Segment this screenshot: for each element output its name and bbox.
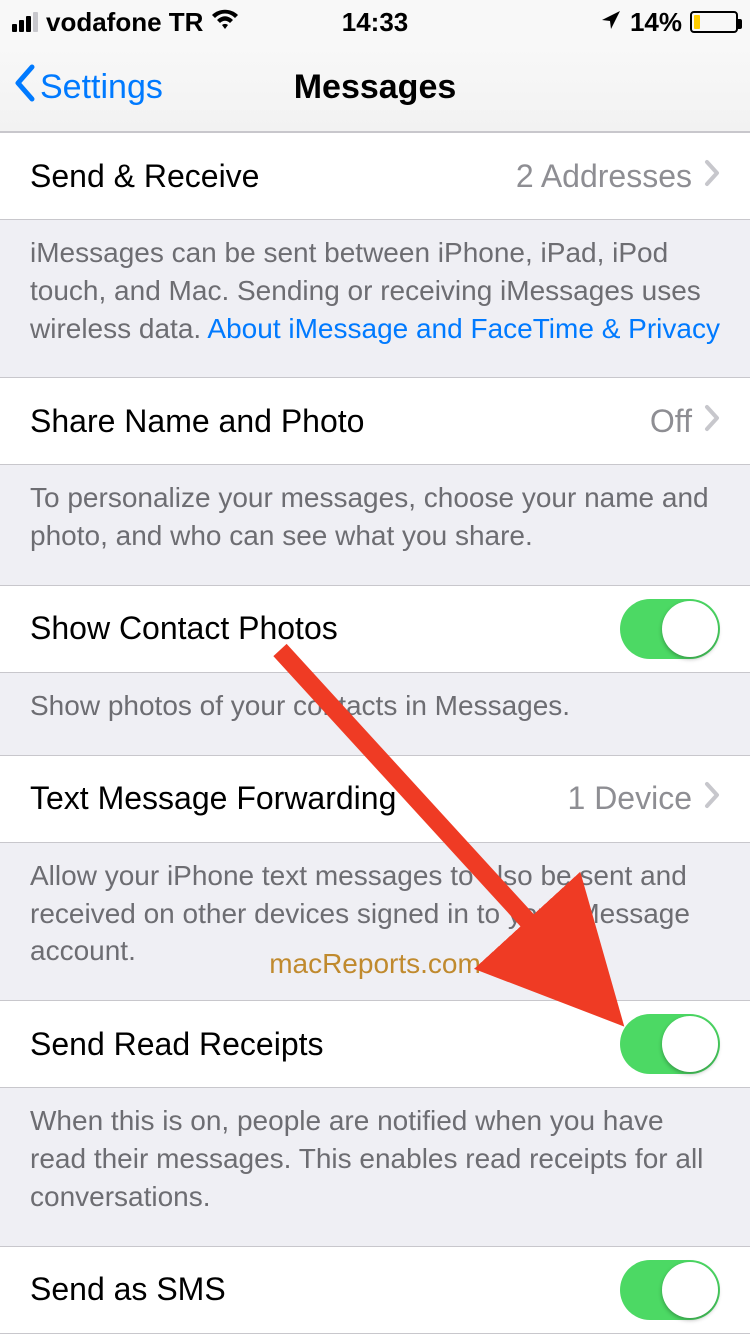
location-icon bbox=[600, 7, 622, 38]
toggle-knob bbox=[662, 1262, 718, 1318]
footer-forwarding: Allow your iPhone text messages to also … bbox=[0, 843, 750, 1000]
row-send-read-receipts: Send Read Receipts bbox=[0, 1000, 750, 1088]
toggle-send-as-sms[interactable] bbox=[620, 1260, 720, 1320]
status-left: vodafone TR bbox=[12, 7, 239, 38]
row-value-group: 2 Addresses bbox=[516, 158, 720, 195]
battery-icon bbox=[690, 11, 738, 33]
page-title: Messages bbox=[294, 68, 457, 107]
row-label: Send Read Receipts bbox=[30, 1026, 324, 1063]
signal-icon bbox=[12, 12, 38, 32]
status-bar: vodafone TR 14:33 14% bbox=[0, 0, 750, 44]
row-label: Text Message Forwarding bbox=[30, 780, 396, 817]
footer-contact-photos: Show photos of your contacts in Messages… bbox=[0, 673, 750, 755]
row-label: Show Contact Photos bbox=[30, 610, 338, 647]
carrier-label: vodafone TR bbox=[46, 7, 203, 38]
row-value: 1 Device bbox=[568, 780, 693, 817]
footer-imessage: iMessages can be sent between iPhone, iP… bbox=[0, 220, 750, 377]
footer-share: To personalize your messages, choose you… bbox=[0, 465, 750, 585]
chevron-right-icon bbox=[704, 158, 720, 195]
row-label: Share Name and Photo bbox=[30, 403, 364, 440]
row-send-as-sms: Send as SMS bbox=[0, 1246, 750, 1334]
toggle-send-read-receipts[interactable] bbox=[620, 1014, 720, 1074]
back-button[interactable]: Settings bbox=[12, 63, 163, 112]
row-label: Send as SMS bbox=[30, 1271, 226, 1308]
navigation-bar: Settings Messages bbox=[0, 44, 750, 132]
footer-read-receipts: When this is on, people are notified whe… bbox=[0, 1088, 750, 1245]
back-label: Settings bbox=[40, 68, 163, 107]
chevron-left-icon bbox=[12, 63, 36, 112]
status-right: 14% bbox=[600, 7, 738, 38]
toggle-knob bbox=[662, 1016, 718, 1072]
row-label: Send & Receive bbox=[30, 158, 259, 195]
row-value-group: Off bbox=[650, 403, 720, 440]
toggle-knob bbox=[662, 601, 718, 657]
row-value: Off bbox=[650, 403, 692, 440]
battery-percent: 14% bbox=[630, 7, 682, 38]
row-text-forwarding[interactable]: Text Message Forwarding 1 Device bbox=[0, 755, 750, 843]
wifi-icon bbox=[211, 7, 239, 38]
privacy-link[interactable]: About iMessage and FaceTime & Privacy bbox=[207, 313, 720, 344]
status-time: 14:33 bbox=[342, 7, 409, 38]
row-value-group: 1 Device bbox=[568, 780, 721, 817]
row-send-receive[interactable]: Send & Receive 2 Addresses bbox=[0, 132, 750, 220]
row-value: 2 Addresses bbox=[516, 158, 692, 195]
row-show-contact-photos: Show Contact Photos bbox=[0, 585, 750, 673]
chevron-right-icon bbox=[704, 780, 720, 817]
chevron-right-icon bbox=[704, 403, 720, 440]
toggle-show-contact-photos[interactable] bbox=[620, 599, 720, 659]
row-share-name-photo[interactable]: Share Name and Photo Off bbox=[0, 377, 750, 465]
